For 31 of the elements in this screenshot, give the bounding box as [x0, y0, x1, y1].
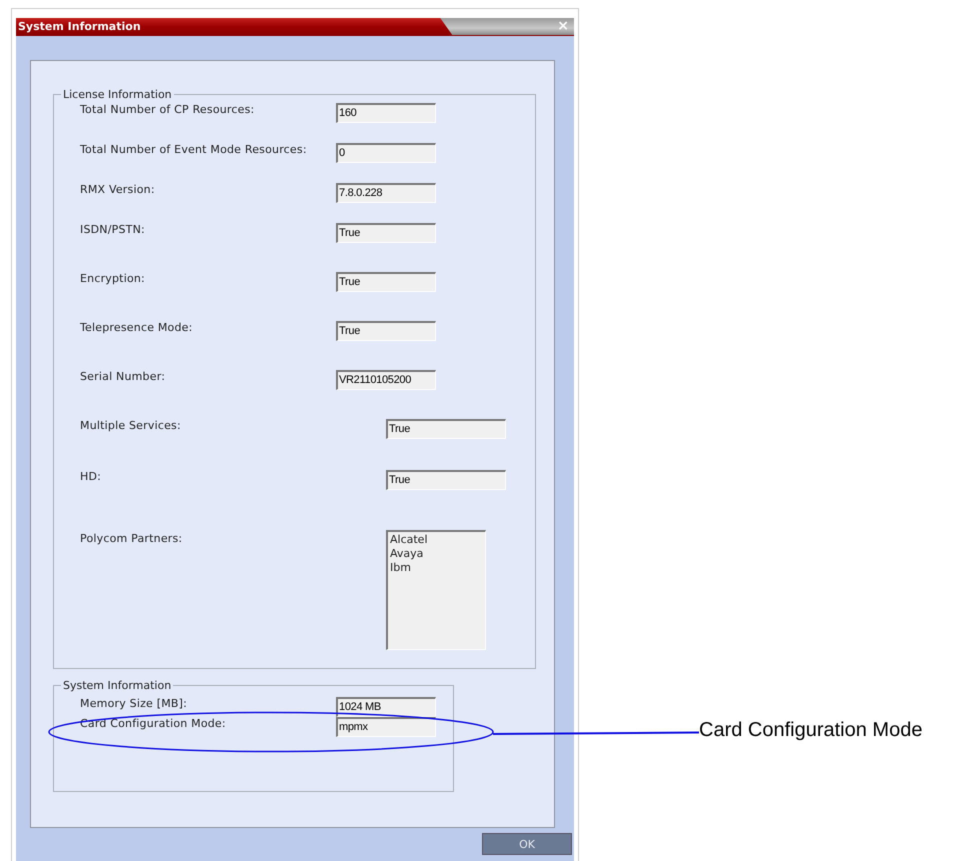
field-label: Encryption: [80, 272, 146, 285]
field-label: RMX Version: [80, 183, 156, 196]
value-field[interactable]: 7.8.0.228 [336, 183, 436, 203]
value-field[interactable]: True [386, 419, 506, 439]
field-label: HD: [80, 470, 102, 483]
field-label: Multiple Services: [80, 419, 182, 432]
ok-button[interactable]: OK [482, 833, 572, 855]
value-field[interactable]: mpmx [336, 717, 436, 737]
value-field[interactable]: 160 [336, 103, 436, 123]
field-label: Memory Size [MB]: [80, 697, 188, 710]
field-label: ISDN/PSTN: [80, 223, 146, 236]
value-field[interactable]: True [336, 321, 436, 341]
list-item[interactable]: Ibm [390, 561, 411, 575]
value-field[interactable]: VR2110105200 [336, 370, 436, 390]
group-title: System Information [62, 679, 172, 692]
group-title: License Information [62, 88, 173, 101]
value-field[interactable]: True [386, 470, 506, 490]
field-label: Total Number of Event Mode Resources: [80, 143, 308, 156]
field-label: Total Number of CP Resources: [80, 103, 256, 116]
value-field[interactable]: 0 [336, 143, 436, 163]
list-item[interactable]: Avaya [390, 547, 424, 561]
field-label: Serial Number: [80, 370, 166, 383]
list-item[interactable]: Alcatel [390, 533, 428, 547]
value-field[interactable]: True [336, 223, 436, 243]
partners-list[interactable]: Alcatel Avaya Ibm [386, 530, 486, 650]
field-label: Telepresence Mode: [80, 321, 194, 334]
field-label: Polycom Partners: [80, 531, 184, 545]
value-field[interactable]: True [336, 272, 436, 292]
value-field[interactable]: 1024 MB [336, 697, 436, 717]
callout-label: Card Configuration Mode [699, 719, 922, 742]
window-title: System Information [16, 18, 452, 35]
